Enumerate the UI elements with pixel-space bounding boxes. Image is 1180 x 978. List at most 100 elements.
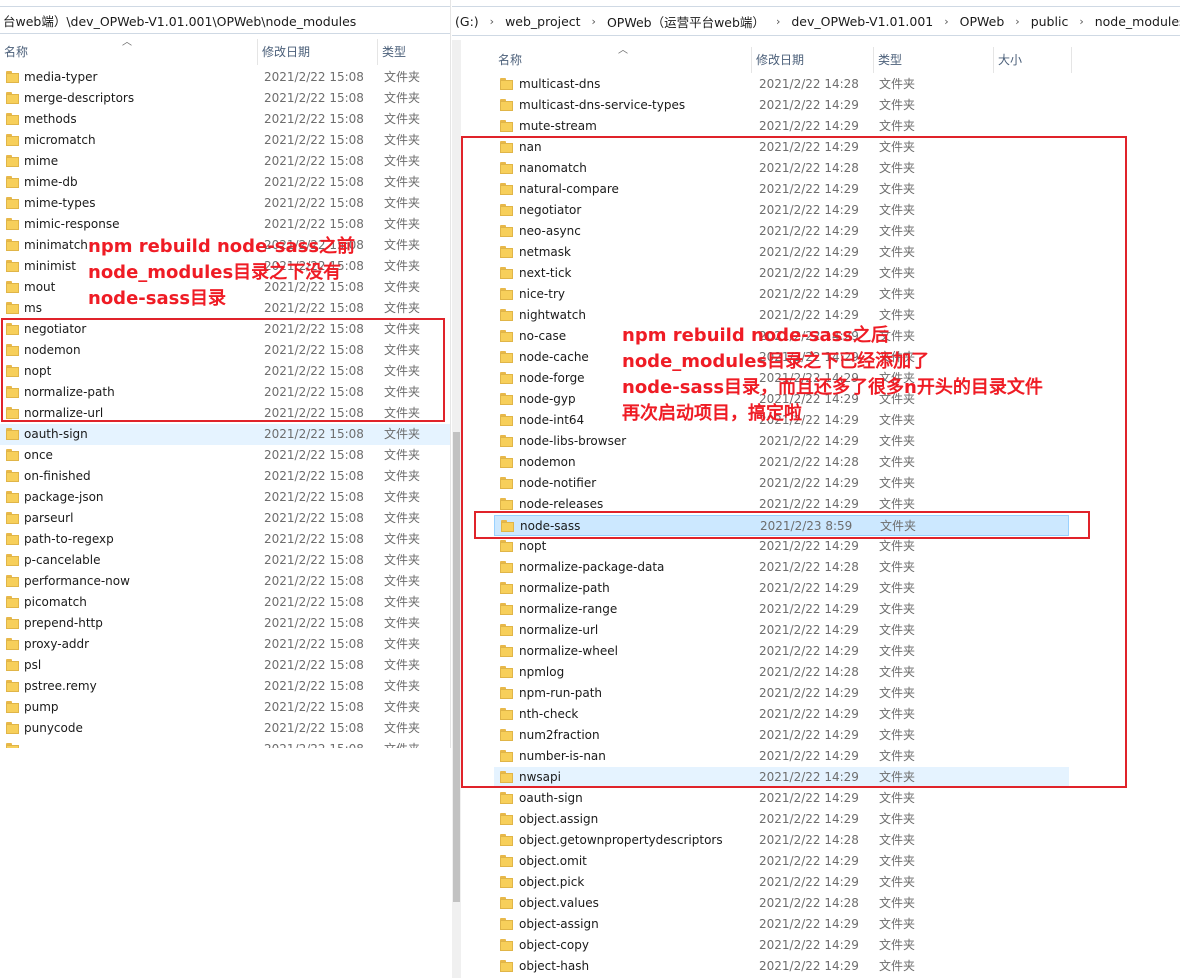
folder-row[interactable]: prepend-http 2021/2/22 15:08 文件夹 bbox=[0, 613, 450, 634]
folder-name: oauth-sign bbox=[519, 791, 583, 805]
folder-row[interactable]: picomatch 2021/2/22 15:08 文件夹 bbox=[0, 592, 450, 613]
folder-row[interactable]: multicast-dns-service-types 2021/2/22 14:… bbox=[494, 95, 1069, 116]
left-annotation: npm rebuild node-sass之前 node_modules目录之下… bbox=[88, 234, 355, 312]
folder-row[interactable]: methods 2021/2/22 15:08 文件夹 bbox=[0, 109, 450, 130]
folder-type: 文件夹 bbox=[879, 938, 916, 952]
folder-name: p-cancelable bbox=[24, 553, 101, 567]
folder-name: minimist bbox=[24, 259, 76, 273]
address-crumb[interactable]: web_project bbox=[502, 14, 583, 29]
folder-row[interactable]: object.omit 2021/2/22 14:29 文件夹 bbox=[494, 851, 1069, 872]
folder-date: 2021/2/22 15:08 bbox=[264, 574, 364, 588]
folder-row[interactable]: on-finished 2021/2/22 15:08 文件夹 bbox=[0, 466, 450, 487]
folder-row[interactable]: object-hash 2021/2/22 14:29 文件夹 bbox=[494, 956, 1069, 977]
address-crumb[interactable]: node_modules bbox=[1092, 14, 1180, 29]
chevron-right-icon[interactable]: › bbox=[584, 15, 604, 28]
folder-row[interactable]: package-json 2021/2/22 15:08 文件夹 bbox=[0, 487, 450, 508]
folder-row[interactable]: object.assign 2021/2/22 14:29 文件夹 bbox=[494, 809, 1069, 830]
folder-icon bbox=[6, 470, 19, 482]
folder-row[interactable]: punycode 2021/2/22 15:08 文件夹 bbox=[0, 718, 450, 739]
folder-row[interactable]: merge-descriptors 2021/2/22 15:08 文件夹 bbox=[0, 88, 450, 109]
folder-row[interactable]: micromatch 2021/2/22 15:08 文件夹 bbox=[0, 130, 450, 151]
right-header-size[interactable]: 大小 bbox=[994, 47, 1072, 73]
folder-row[interactable]: mime 2021/2/22 15:08 文件夹 bbox=[0, 151, 450, 172]
folder-date: 2021/2/22 14:29 bbox=[759, 959, 859, 973]
folder-row[interactable]: media-typer 2021/2/22 15:08 文件夹 bbox=[0, 67, 450, 88]
folder-date: 2021/2/22 15:08 bbox=[264, 91, 364, 105]
folder-row[interactable]: multicast-dns 2021/2/22 14:28 文件夹 bbox=[494, 74, 1069, 95]
folder-name: oauth-sign bbox=[24, 427, 88, 441]
chevron-right-icon[interactable]: › bbox=[482, 15, 502, 28]
folder-name: ms bbox=[24, 301, 42, 315]
right-header-type[interactable]: 类型 bbox=[874, 47, 994, 73]
address-crumb[interactable]: OPWeb（运营平台web端） bbox=[604, 12, 768, 31]
folder-date: 2021/2/22 14:28 bbox=[759, 77, 859, 91]
folder-row[interactable]: proxy-addr 2021/2/22 15:08 文件夹 bbox=[0, 634, 450, 655]
folder-row[interactable]: mute-stream 2021/2/22 14:29 文件夹 bbox=[494, 116, 1069, 137]
folder-row[interactable]: parseurl 2021/2/22 15:08 文件夹 bbox=[0, 508, 450, 529]
folder-row[interactable]: object.pick 2021/2/22 14:29 文件夹 bbox=[494, 872, 1069, 893]
folder-row[interactable]: p-cancelable 2021/2/22 15:08 文件夹 bbox=[0, 550, 450, 571]
folder-row[interactable]: mime-types 2021/2/22 15:08 文件夹 bbox=[0, 193, 450, 214]
left-header-type[interactable]: 类型 bbox=[378, 39, 450, 65]
folder-name: mime bbox=[24, 154, 59, 168]
folder-row[interactable]: pstree.remy 2021/2/22 15:08 文件夹 bbox=[0, 676, 450, 697]
folder-date: 2021/2/22 15:08 bbox=[264, 196, 364, 210]
folder-row[interactable]: once 2021/2/22 15:08 文件夹 bbox=[0, 445, 450, 466]
address-crumb[interactable]: dev_OPWeb-V1.01.001 bbox=[788, 14, 936, 29]
right-nav-scrollbar[interactable] bbox=[452, 40, 461, 978]
folder-type: 文件夹 bbox=[879, 875, 916, 889]
folder-type: 文件夹 bbox=[879, 98, 916, 112]
address-crumb[interactable]: public bbox=[1028, 14, 1072, 29]
left-header-name[interactable]: 名称 bbox=[0, 39, 258, 65]
folder-type: 文件夹 bbox=[384, 595, 421, 609]
folder-row[interactable]: 2021/2/22 15:08 文件夹 bbox=[0, 739, 450, 748]
chevron-right-icon[interactable]: › bbox=[1007, 15, 1027, 28]
folder-type: 文件夹 bbox=[384, 91, 421, 105]
folder-row[interactable]: object-copy 2021/2/22 14:29 文件夹 bbox=[494, 935, 1069, 956]
folder-row[interactable]: object.values 2021/2/22 14:28 文件夹 bbox=[494, 893, 1069, 914]
chevron-right-icon[interactable]: › bbox=[936, 15, 956, 28]
folder-icon bbox=[6, 680, 19, 692]
right-annotation-line: node_modules目录之下已经添加了 bbox=[622, 351, 930, 372]
folder-row[interactable]: mimic-response 2021/2/22 15:08 文件夹 bbox=[0, 214, 450, 235]
folder-row[interactable]: object.getownpropertydescriptors 2021/2/2… bbox=[494, 830, 1069, 851]
folder-name: pstree.remy bbox=[24, 679, 97, 693]
left-address-path[interactable]: 台web端）\dev_OPWeb-V1.01.001\OPWeb\node_mo… bbox=[0, 11, 359, 30]
folder-date: 2021/2/22 15:08 bbox=[264, 679, 364, 693]
folder-row[interactable]: psl 2021/2/22 15:08 文件夹 bbox=[0, 655, 450, 676]
folder-icon bbox=[500, 960, 513, 972]
folder-row[interactable]: pump 2021/2/22 15:08 文件夹 bbox=[0, 697, 450, 718]
folder-name: psl bbox=[24, 658, 42, 672]
folder-icon bbox=[6, 302, 19, 314]
right-header-date[interactable]: 修改日期 bbox=[752, 47, 874, 73]
folder-row[interactable]: object-assign 2021/2/22 14:29 文件夹 bbox=[494, 914, 1069, 935]
right-highlight-box bbox=[461, 136, 1127, 788]
folder-type: 文件夹 bbox=[384, 490, 421, 504]
right-address-bar[interactable]: (G:) › web_project › OPWeb（运营平台web端） › dev_OPW… bbox=[452, 6, 1180, 36]
folder-row[interactable]: path-to-regexp 2021/2/22 15:08 文件夹 bbox=[0, 529, 450, 550]
left-address-bar[interactable]: 台web端）\dev_OPWeb-V1.01.001\OPWeb\node_mo… bbox=[0, 6, 450, 34]
folder-date: 2021/2/22 14:28 bbox=[759, 833, 859, 847]
folder-row[interactable]: oauth-sign 2021/2/22 14:29 文件夹 bbox=[494, 788, 1069, 809]
folder-icon bbox=[500, 792, 513, 804]
folder-name: mout bbox=[24, 280, 56, 294]
folder-name: picomatch bbox=[24, 595, 87, 609]
folder-icon bbox=[500, 99, 513, 111]
right-nav-scrollbar-thumb[interactable] bbox=[453, 432, 460, 902]
chevron-right-icon[interactable]: › bbox=[768, 15, 788, 28]
right-header-name[interactable]: 名称 bbox=[494, 47, 752, 73]
address-crumb[interactable]: (G:) bbox=[452, 14, 482, 29]
folder-icon bbox=[500, 876, 513, 888]
folder-row[interactable]: oauth-sign 2021/2/22 15:08 文件夹 bbox=[0, 424, 450, 445]
chevron-right-icon[interactable]: › bbox=[1071, 15, 1091, 28]
folder-icon bbox=[6, 218, 19, 230]
folder-icon bbox=[6, 617, 19, 629]
folder-row[interactable]: performance-now 2021/2/22 15:08 文件夹 bbox=[0, 571, 450, 592]
folder-row[interactable]: mime-db 2021/2/22 15:08 文件夹 bbox=[0, 172, 450, 193]
left-header-date[interactable]: 修改日期 bbox=[258, 39, 378, 65]
folder-icon bbox=[6, 575, 19, 587]
address-crumb[interactable]: OPWeb bbox=[957, 14, 1008, 29]
folder-name: minimatch bbox=[24, 238, 88, 252]
folder-type: 文件夹 bbox=[384, 217, 421, 231]
folder-type: 文件夹 bbox=[879, 854, 916, 868]
